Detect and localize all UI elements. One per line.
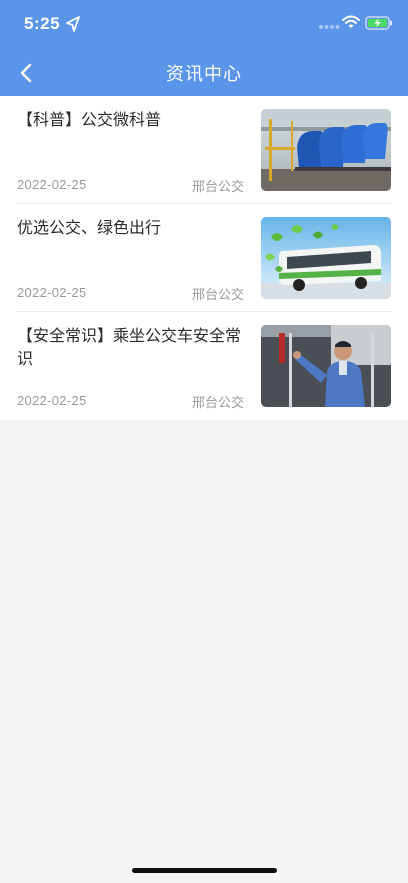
news-source: 邢台公交 xyxy=(191,396,244,411)
news-thumbnail-police-on-bus xyxy=(261,325,391,407)
wifi-icon xyxy=(342,15,360,28)
news-date: 2022-02-25 xyxy=(17,177,87,192)
news-item[interactable]: 【科普】公交微科普 2022-02-25 邢台公交 xyxy=(0,96,408,204)
news-title: 【科普】公交微科普 xyxy=(17,110,162,129)
news-item[interactable]: 【安全常识】乘坐公交车安全常识 2022-02-25 邢台公交 xyxy=(0,312,408,420)
news-title: 优选公交、绿色出行 xyxy=(17,218,162,237)
status-bar: 5:25 xyxy=(0,0,408,50)
news-list: 【科普】公交微科普 2022-02-25 邢台公交 优选公交、绿色出行 2022… xyxy=(0,96,408,420)
page-title: 资讯中心 xyxy=(166,64,242,85)
news-date: 2022-02-25 xyxy=(17,285,87,300)
news-item[interactable]: 优选公交、绿色出行 2022-02-25 邢台公交 xyxy=(0,204,408,312)
home-indicator xyxy=(132,868,277,873)
news-source: 邢台公交 xyxy=(191,288,244,303)
status-time: 5:25 xyxy=(24,14,61,33)
nav-bar: 资讯中心 xyxy=(0,50,408,96)
location-arrow-icon xyxy=(66,16,80,32)
news-thumbnail-green-bus xyxy=(261,217,391,299)
battery-charging-icon xyxy=(365,16,392,30)
news-date: 2022-02-25 xyxy=(17,393,87,408)
news-thumbnail-bus-seats xyxy=(261,109,391,191)
news-source: 邢台公交 xyxy=(191,180,244,195)
signal-icon xyxy=(319,25,340,29)
news-title: 【安全常识】乘坐公交车安全常识 xyxy=(17,326,242,368)
